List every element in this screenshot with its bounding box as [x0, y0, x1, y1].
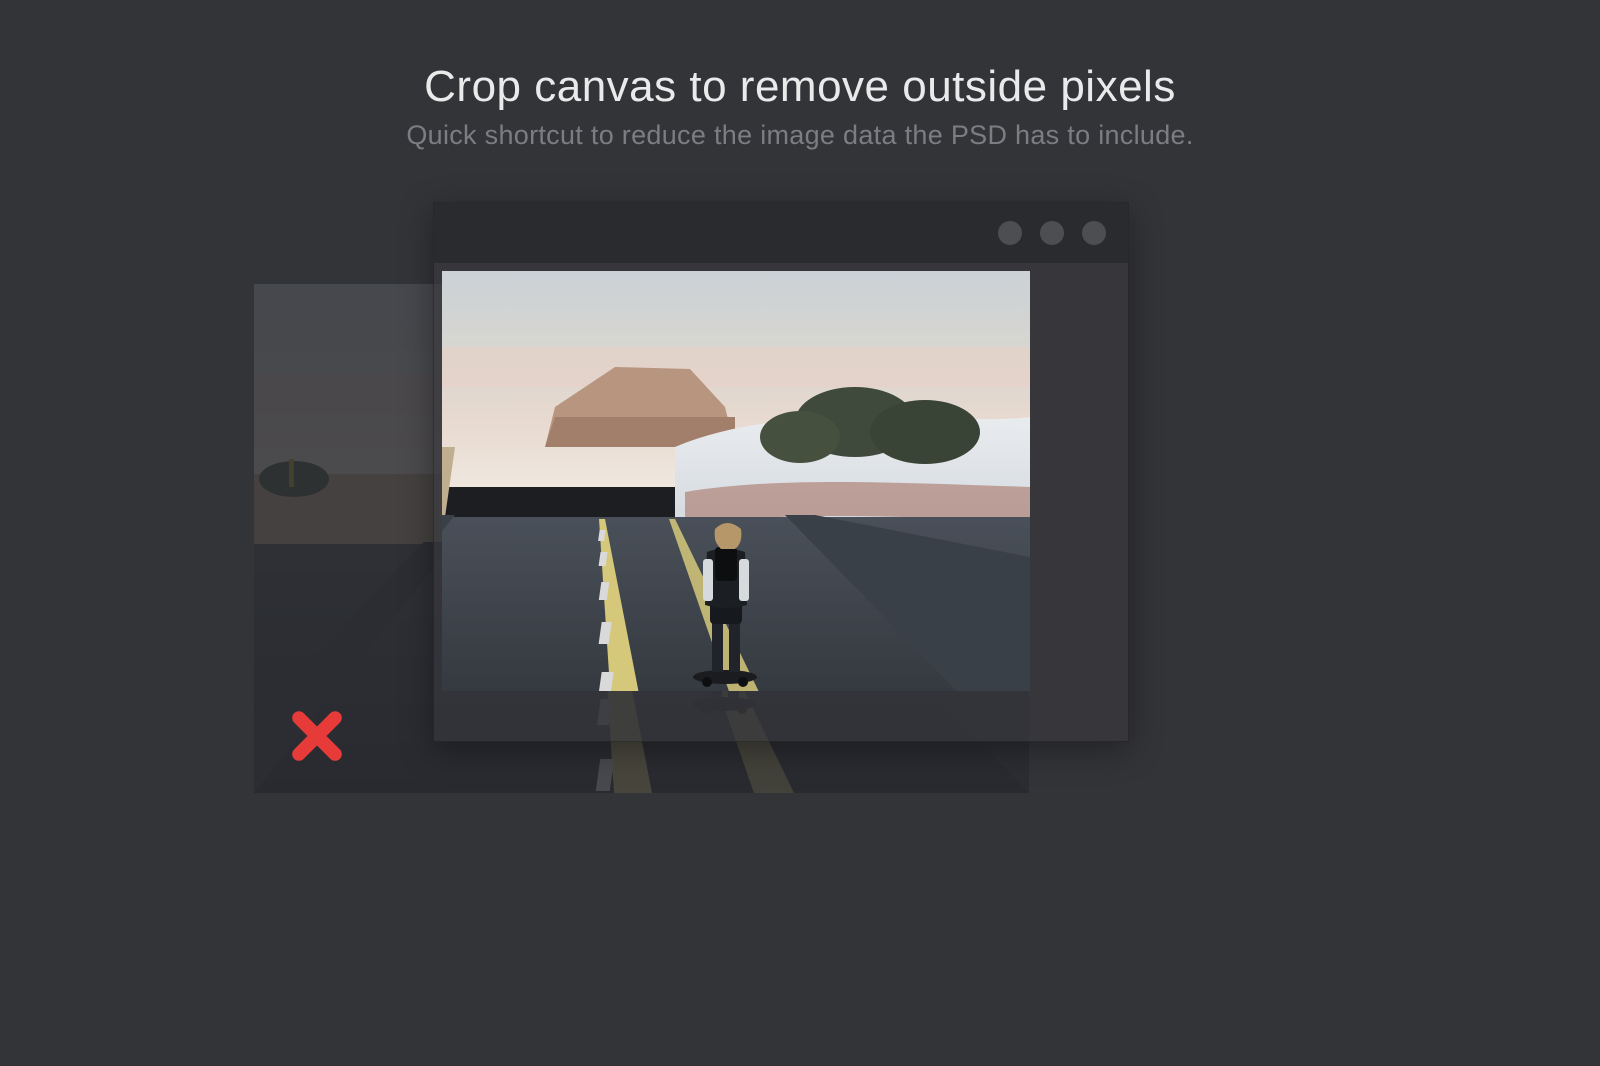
- window-dot-icon: [1082, 221, 1106, 245]
- photo-illustration: [442, 271, 1030, 691]
- canvas-visible-area: [442, 271, 1030, 691]
- illustration-stage: [0, 0, 1600, 1066]
- window-dot-icon: [1040, 221, 1064, 245]
- error-badge: [278, 697, 356, 775]
- app-window: [433, 202, 1129, 742]
- window-titlebar: [434, 203, 1128, 263]
- x-icon: [286, 705, 348, 767]
- window-dot-icon: [998, 221, 1022, 245]
